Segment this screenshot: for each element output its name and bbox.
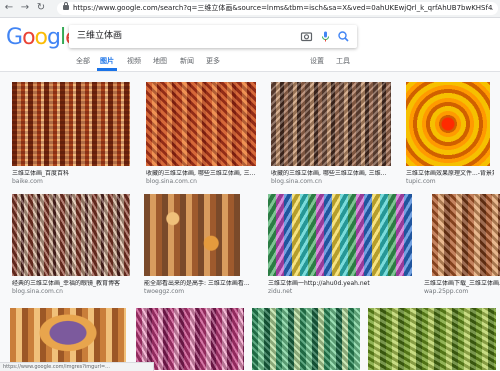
result-thumbnail[interactable] — [368, 308, 496, 370]
result-caption[interactable]: 三维立体画_百度百科 — [12, 170, 130, 177]
image-result[interactable]: 经典的三维立体画_幸福的眼镜_教育博客 blog.sina.com.cn — [12, 194, 130, 300]
tab-videos[interactable]: 视频 — [127, 56, 141, 66]
tab-tools[interactable]: 工具 — [336, 56, 350, 66]
result-source: baike.com — [12, 178, 43, 185]
result-thumbnail[interactable] — [432, 194, 500, 276]
camera-icon[interactable] — [300, 30, 313, 43]
result-source: zidu.net — [268, 288, 293, 295]
result-source: tupic.com — [406, 178, 436, 185]
image-result[interactable]: 收藏的三维立体画, 哪些三维立体画, 三... blog.sina.com.cn — [146, 82, 260, 190]
address-bar[interactable]: https://www.google.com/search?q=三维立体画&so… — [57, 2, 498, 15]
search-box[interactable]: 三维立体画 — [69, 25, 357, 48]
logo-letter: G — [6, 25, 23, 50]
active-tab-indicator — [97, 68, 117, 71]
logo-letter: o — [22, 25, 36, 50]
result-thumbnail[interactable] — [252, 308, 360, 370]
image-result[interactable] — [136, 308, 244, 370]
result-caption[interactable]: 经典的三维立体画_幸福的眼镜_教育博客 — [12, 280, 130, 287]
result-thumbnail[interactable] — [12, 82, 130, 166]
image-result[interactable]: 三维立体画一http://ahu0d.yeah.net zidu.net — [268, 194, 412, 300]
result-thumbnail[interactable] — [146, 82, 256, 166]
result-thumbnail[interactable] — [268, 194, 412, 276]
result-thumbnail[interactable] — [271, 82, 391, 166]
image-result[interactable]: 能全部看出来的是高手: 三维立体画看... twoeggz.com — [144, 194, 256, 300]
image-result[interactable] — [10, 308, 126, 370]
result-caption[interactable]: 三维立体画一http://ahu0d.yeah.net — [268, 280, 412, 287]
result-caption[interactable]: 三维立体画下载_三维立体画... — [424, 280, 500, 287]
lock-icon — [63, 2, 69, 10]
image-results-grid: 三维立体画_百度百科 baike.com 收藏的三维立体画, 哪些三维立体画, … — [0, 72, 500, 370]
tab-maps[interactable]: 地图 — [153, 56, 167, 66]
microphone-icon[interactable] — [319, 30, 332, 43]
image-result[interactable] — [252, 308, 360, 370]
result-caption[interactable]: 三维立体画效果原理文件...-背景素... — [406, 170, 494, 177]
result-source: blog.sina.com.cn — [146, 178, 197, 185]
back-icon[interactable]: ← — [3, 2, 15, 14]
tab-settings[interactable]: 设置 — [310, 56, 324, 66]
search-icon[interactable] — [337, 30, 350, 43]
image-result[interactable] — [368, 308, 496, 370]
search-input[interactable]: 三维立体画 — [77, 25, 122, 48]
tab-news[interactable]: 新闻 — [180, 56, 194, 66]
result-source: wap.25pp.com — [424, 288, 469, 295]
image-result[interactable]: 三维立体画下载_三维立体画... wap.25pp.com — [424, 194, 500, 300]
image-result[interactable]: 三维立体画效果原理文件...-背景素... tupic.com — [406, 82, 494, 190]
url-text: https://www.google.com/search?q=三维立体画&so… — [73, 4, 493, 12]
result-source: blog.sina.com.cn — [271, 178, 322, 185]
result-source: twoeggz.com — [144, 288, 185, 295]
result-thumbnail[interactable] — [12, 194, 130, 276]
result-caption[interactable]: 能全部看出来的是高手: 三维立体画看... — [144, 280, 256, 287]
google-logo[interactable]: Google — [6, 25, 79, 51]
result-caption[interactable]: 收藏的三维立体画, 哪些三维立体画, 三维... — [271, 170, 393, 177]
tab-all[interactable]: 全部 — [76, 56, 90, 66]
result-thumbnail[interactable] — [136, 308, 244, 370]
image-result[interactable]: 收藏的三维立体画, 哪些三维立体画, 三维... blog.sina.com.c… — [271, 82, 393, 190]
result-caption[interactable]: 收藏的三维立体画, 哪些三维立体画, 三... — [146, 170, 260, 177]
result-thumbnail[interactable] — [144, 194, 240, 276]
result-thumbnail[interactable] — [10, 308, 126, 370]
result-thumbnail[interactable] — [406, 82, 490, 166]
forward-icon[interactable]: → — [19, 2, 31, 14]
result-source: blog.sina.com.cn — [12, 288, 63, 295]
image-result[interactable]: 三维立体画_百度百科 baike.com — [12, 82, 130, 190]
logo-letter: g — [47, 25, 61, 50]
search-tabs: 全部 图片 视频 地图 新闻 更多 设置 工具 — [0, 53, 500, 72]
reload-icon[interactable]: ↻ — [35, 2, 47, 14]
browser-toolbar: ← → ↻ https://www.google.com/search?q=三维… — [0, 0, 500, 18]
tab-more[interactable]: 更多 — [206, 56, 220, 66]
logo-letter: o — [34, 25, 49, 50]
tab-images[interactable]: 图片 — [100, 56, 114, 66]
